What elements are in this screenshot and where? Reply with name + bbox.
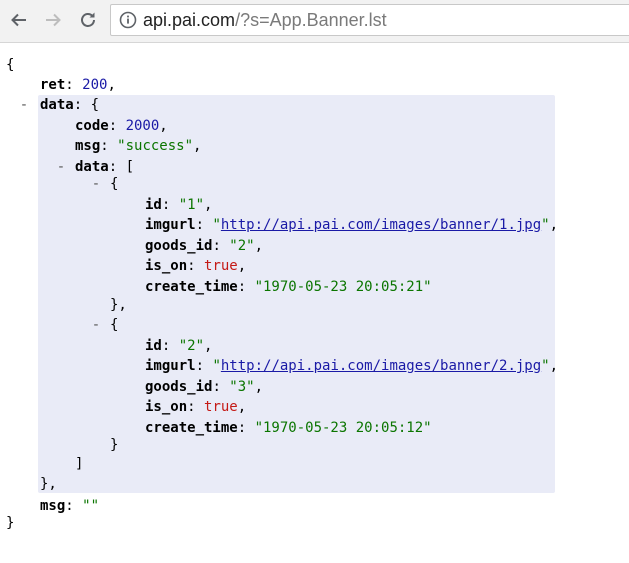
- item-1-close: },: [110, 297, 127, 313]
- url-host: api.pai.com: [143, 10, 236, 30]
- code-key: code: [75, 118, 109, 134]
- code-row: code: 2000,: [75, 118, 168, 134]
- item-2-imgurl-row: imgurl: "http://api.pai.com/images/banne…: [145, 358, 559, 374]
- goods-id-key: goods_id: [145, 379, 213, 395]
- data-key: data: [40, 97, 74, 113]
- inner-data-row: data: [: [75, 159, 135, 175]
- is-on-key: is_on: [145, 399, 188, 415]
- reload-button[interactable]: [77, 9, 99, 31]
- imgurl-key: imgurl: [145, 217, 196, 233]
- open-brace: {: [6, 57, 15, 73]
- back-arrow-icon: [11, 13, 26, 27]
- create-time-key: create_time: [145, 279, 238, 295]
- msg-key: msg: [75, 138, 101, 154]
- item-2-open: {: [110, 317, 119, 333]
- data-row: data: {: [40, 97, 100, 113]
- reload-icon: [81, 12, 95, 27]
- close-brace: }: [6, 515, 15, 531]
- item-2-create-time: "1970-05-23 20:05:12": [254, 420, 432, 436]
- item-2-goods-id: "3": [229, 379, 255, 395]
- data-close: },: [40, 476, 57, 492]
- collapse-toggle-item-2[interactable]: -: [90, 315, 102, 335]
- item-1-imgurl-row: imgurl: "http://api.pai.com/images/banne…: [145, 217, 559, 233]
- outer-msg-value: "": [82, 498, 100, 514]
- id-key: id: [145, 338, 162, 354]
- item-2-id-row: id: "2",: [145, 338, 213, 354]
- goods-id-key: goods_id: [145, 238, 213, 254]
- browser-toolbar: api.pai.com/?s=App.Banner.lst: [0, 0, 629, 43]
- ret-value: 200: [82, 77, 108, 93]
- item-2-id: "2": [178, 338, 205, 354]
- url-text[interactable]: api.pai.com/?s=App.Banner.lst: [143, 9, 387, 31]
- ret-row: ret: 200,: [40, 77, 116, 93]
- forward-arrow-icon: [46, 13, 61, 27]
- back-button[interactable]: [8, 9, 30, 31]
- item-1-create-time: "1970-05-23 20:05:21": [254, 279, 432, 295]
- info-icon[interactable]: [119, 11, 137, 29]
- item-2-is-on-row: is_on: true,: [145, 399, 247, 415]
- item-1-id-row: id: "1",: [145, 197, 213, 213]
- item-2-close: }: [110, 437, 119, 453]
- url-path: /?s=App.Banner.lst: [235, 10, 387, 30]
- item-1-open: {: [110, 176, 119, 192]
- item-2-goods-id-row: goods_id: "3",: [145, 379, 264, 395]
- ret-key: ret: [40, 77, 66, 93]
- collapse-toggle-data[interactable]: -: [18, 95, 30, 115]
- array-close: ]: [75, 456, 84, 472]
- imgurl-key: imgurl: [145, 358, 196, 374]
- item-2-create-time-row: create_time: "1970-05-23 20:05:12": [145, 420, 432, 436]
- msg-row: msg: "success",: [75, 138, 202, 154]
- id-key: id: [145, 197, 162, 213]
- item-2-imgurl-link[interactable]: http://api.pai.com/images/banner/2.jpg: [221, 358, 541, 374]
- item-1-is-on-row: is_on: true,: [145, 258, 247, 274]
- collapse-toggle-inner-data[interactable]: -: [55, 157, 67, 177]
- item-1-is-on: true: [204, 258, 238, 274]
- forward-button[interactable]: [42, 9, 64, 31]
- outer-msg-row: msg: "": [40, 498, 100, 514]
- collapse-toggle-item-1[interactable]: -: [90, 174, 102, 194]
- item-1-create-time-row: create_time: "1970-05-23 20:05:21": [145, 279, 432, 295]
- create-time-key: create_time: [145, 420, 238, 436]
- msg-value: "success": [117, 138, 194, 154]
- outer-msg-key: msg: [40, 498, 66, 514]
- address-bar[interactable]: api.pai.com/?s=App.Banner.lst: [110, 4, 629, 36]
- code-value: 2000: [125, 118, 160, 134]
- item-2-is-on: true: [204, 399, 238, 415]
- item-1-imgurl-link[interactable]: http://api.pai.com/images/banner/1.jpg: [221, 217, 541, 233]
- item-1-goods-id-row: goods_id: "2",: [145, 238, 264, 254]
- inner-data-key: data: [75, 159, 109, 175]
- json-viewer: { ret: 200, - data: { code: 2000, msg: "…: [0, 43, 629, 563]
- item-1-goods-id: "2": [229, 238, 255, 254]
- is-on-key: is_on: [145, 258, 188, 274]
- item-1-id: "1": [178, 197, 205, 213]
